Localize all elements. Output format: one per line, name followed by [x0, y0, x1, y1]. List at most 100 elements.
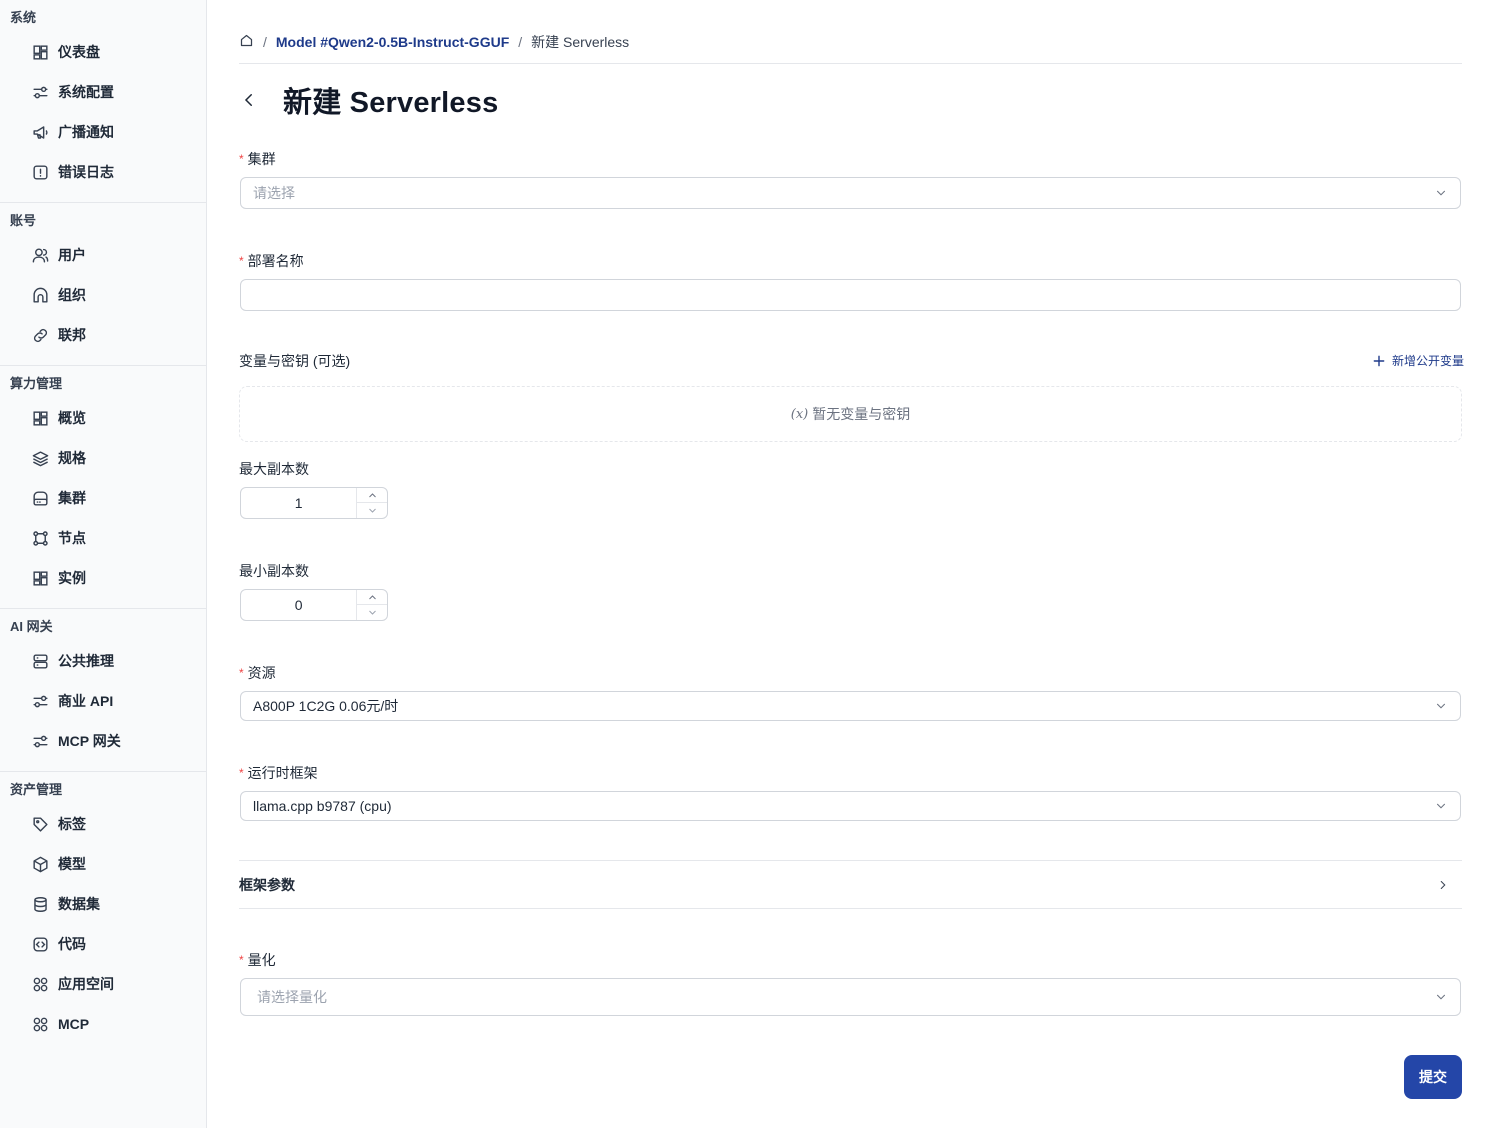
sidebar-item-label: 广播通知	[58, 124, 114, 140]
sidebar-item[interactable]: 规格	[0, 438, 206, 478]
sliders-icon	[30, 731, 50, 751]
cluster-placeholder: 请选择	[253, 185, 295, 201]
add-public-variable-label: 新增公开变量	[1391, 354, 1464, 368]
nav-group: 账号用户组织联邦	[0, 203, 206, 366]
chevron-down-icon	[1436, 190, 1446, 196]
sidebar-item-label: 商业 API	[58, 693, 114, 709]
framework-params-collapse[interactable]: 框架参数	[239, 860, 1462, 909]
sidebar-item-label: 概览	[58, 410, 86, 426]
home-icon[interactable]	[239, 33, 254, 51]
dashboard-icon	[30, 42, 50, 62]
sliders-icon	[30, 82, 50, 102]
required-marker: *	[239, 766, 244, 780]
submit-button[interactable]: 提交	[1404, 1055, 1462, 1099]
variables-empty-state: (x) 暂无变量与密钥	[239, 386, 1462, 442]
min-replicas-stepper	[357, 590, 387, 620]
cluster-select[interactable]: 请选择	[240, 177, 1461, 209]
min-replicas-value[interactable]: 0	[241, 590, 358, 620]
cluster-label-text: 集群	[247, 151, 276, 167]
sidebar-item-label: 代码	[58, 936, 86, 952]
sidebar-item[interactable]: MCP	[0, 1004, 206, 1044]
sidebar-item[interactable]: 应用空间	[0, 964, 206, 1004]
min-replicas-label: 最小副本数	[239, 563, 309, 579]
users-icon	[30, 245, 50, 265]
chevron-down-icon	[368, 508, 376, 513]
sidebar-item-label: MCP	[58, 1016, 90, 1032]
chevron-down-icon	[368, 610, 376, 615]
back-button[interactable]	[239, 90, 259, 110]
resource-select[interactable]: A800P 1C2G 0.06元/时	[240, 691, 1461, 721]
sidebar-item[interactable]: 用户	[0, 235, 206, 275]
max-replicas-input[interactable]: 1	[240, 487, 388, 519]
sidebar-item-label: 规格	[58, 450, 86, 466]
chevron-down-icon	[1436, 703, 1446, 709]
max-replicas-value[interactable]: 1	[241, 488, 358, 518]
resource-label-text: 资源	[247, 665, 276, 681]
sidebar: 系统 仪表盘 系统配置 广播通知 错误日志 账号 用户 组织 联邦 算力管理 概览 规格 集群 节点 实例 A…	[0, 0, 207, 1128]
sidebar-item-label: 错误日志	[58, 164, 114, 180]
code-icon	[30, 934, 50, 954]
runtime-label: * 运行时框架	[239, 764, 318, 782]
sidebar-item-label: 仪表盘	[58, 44, 100, 60]
sidebar-item-label: MCP 网关	[58, 733, 121, 749]
quantization-label: * 量化	[239, 951, 276, 969]
sidebar-item[interactable]: 概览	[0, 398, 206, 438]
sidebar-item[interactable]: 仪表盘	[0, 32, 206, 72]
nav-group-title: 算力管理	[10, 376, 63, 391]
min-replicas-input[interactable]: 0	[240, 589, 388, 621]
runtime-select[interactable]: llama.cpp b9787 (cpu)	[240, 791, 1461, 821]
chevron-down-icon	[1436, 994, 1446, 1000]
sliders-icon	[30, 691, 50, 711]
deploy-name-label: * 部署名称	[239, 252, 304, 270]
decrement-button[interactable]	[357, 503, 387, 518]
sidebar-item[interactable]: 联邦	[0, 315, 206, 355]
link-icon	[30, 325, 50, 345]
nodes-icon	[30, 528, 50, 548]
sidebar-item[interactable]: MCP 网关	[0, 721, 206, 761]
sidebar-item[interactable]: 公共推理	[0, 641, 206, 681]
nav-group-title: 系统	[10, 10, 37, 25]
add-public-variable-button[interactable]: 新增公开变量	[1372, 352, 1464, 369]
sidebar-item[interactable]: 商业 API	[0, 681, 206, 721]
sidebar-item[interactable]: 广播通知	[0, 112, 206, 152]
nav-group-title: 资产管理	[10, 782, 63, 797]
megaphone-icon	[30, 122, 50, 142]
sidebar-item[interactable]: 节点	[0, 518, 206, 558]
sidebar-item[interactable]: 组织	[0, 275, 206, 315]
breadcrumb-model-link[interactable]: Model #Qwen2-0.5B-Instruct-GGUF	[276, 34, 509, 50]
page-header: 新建 Serverless	[239, 82, 499, 119]
sidebar-item-label: 实例	[58, 570, 86, 586]
increment-button[interactable]	[357, 590, 387, 605]
sidebar-item[interactable]: 实例	[0, 558, 206, 598]
required-marker: *	[239, 953, 244, 967]
breadcrumb-separator: /	[518, 34, 523, 50]
required-marker: *	[239, 152, 244, 166]
nav-group-title: 账号	[10, 213, 37, 228]
apps-icon	[30, 1014, 50, 1034]
sidebar-item[interactable]: 模型	[0, 844, 206, 884]
deploy-name-input[interactable]	[240, 279, 1461, 311]
sidebar-item[interactable]: 标签	[0, 804, 206, 844]
hard-drive-icon	[30, 488, 50, 508]
increment-button[interactable]	[357, 488, 387, 503]
page-title: 新建 Serverless	[283, 87, 499, 119]
nav-group: 资产管理标签 模型 数据集代码应用空间 MCP	[0, 772, 206, 1054]
chevron-down-icon	[1436, 803, 1446, 809]
tag-icon	[30, 814, 50, 834]
cube-icon	[30, 854, 50, 874]
variables-label: 变量与密钥 (可选)	[239, 353, 351, 369]
decrement-button[interactable]	[357, 605, 387, 620]
sidebar-item[interactable]: 错误日志	[0, 152, 206, 192]
database-icon	[30, 894, 50, 914]
sidebar-item[interactable]: 系统配置	[0, 72, 206, 112]
sidebar-item[interactable]: 代码	[0, 924, 206, 964]
sidebar-item-label: 组织	[58, 287, 86, 303]
sidebar-item[interactable]: 数据集	[0, 884, 206, 924]
sidebar-item-label: 用户	[58, 247, 86, 263]
sidebar-item[interactable]: 集群	[0, 478, 206, 518]
dashboard-icon	[30, 408, 50, 428]
variables-empty-text: 暂无变量与密钥	[812, 406, 911, 422]
sidebar-item-label: 公共推理	[58, 653, 114, 669]
nav-group: 算力管理概览规格集群 节点实例	[0, 366, 206, 609]
quantization-select[interactable]: 请选择量化	[240, 978, 1461, 1016]
